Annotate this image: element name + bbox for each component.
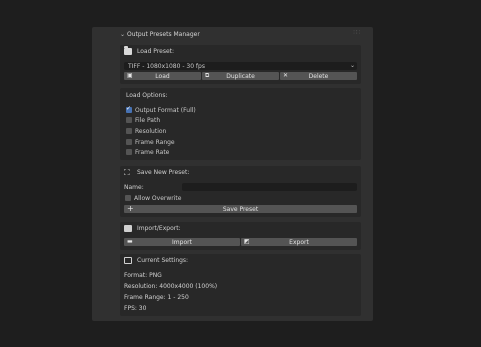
duplicate-button[interactable]: ⧉ Duplicate <box>202 72 279 80</box>
checkbox-icon[interactable] <box>126 149 132 155</box>
import-export-label: Import/Export: <box>137 225 181 232</box>
save-preset-label: Save New Preset: <box>137 169 190 176</box>
checkbox-icon[interactable] <box>126 117 132 123</box>
preset-actions: ▣ Load ⧉ Duplicate ✕ Delete <box>124 72 357 80</box>
option-label: Output Format (Full) <box>135 106 196 114</box>
checkbox-icon[interactable] <box>126 128 132 134</box>
checkbox-icon[interactable] <box>125 195 131 201</box>
checkbox-checked-icon[interactable] <box>126 105 132 113</box>
panel-title: Output Presets Manager <box>127 30 200 38</box>
delete-button-label: Delete <box>308 72 329 80</box>
option-label: File Path <box>135 116 161 124</box>
import-export-actions: ▬ Import ◩ Export <box>124 238 357 246</box>
option-frame-range[interactable]: Frame Range <box>126 138 175 146</box>
export-button-label: Export <box>289 238 309 246</box>
save-icon: ▣ <box>127 72 133 79</box>
load-button-label: Load <box>155 72 170 80</box>
export-button[interactable]: ◩ Export <box>241 238 357 246</box>
option-file-path[interactable]: File Path <box>126 116 160 124</box>
current-settings-heading: Current Settings: <box>124 257 188 264</box>
allow-overwrite-option[interactable]: Allow Overwrite <box>125 194 181 202</box>
preset-dropdown[interactable]: TIFF - 1080x1080 - 30 fps ⌄ <box>124 62 357 70</box>
import-export-box: Import/Export: ▬ Import ◩ Export <box>120 222 361 250</box>
plus-icon: + <box>127 204 134 213</box>
save-preset-heading: ⛶ Save New Preset: <box>124 168 190 177</box>
option-output-format[interactable]: Output Format (Full) <box>126 105 196 114</box>
current-settings-box: Current Settings: Format: PNG Resolution… <box>120 254 361 316</box>
save-preset-button[interactable]: + Save Preset <box>124 205 357 213</box>
import-button[interactable]: ▬ Import <box>124 238 240 246</box>
chevron-down-icon: ⌄ <box>349 62 355 69</box>
current-frame-range: Frame Range: 1 - 250 <box>124 294 189 301</box>
checkbox-icon[interactable] <box>126 139 132 145</box>
export-icon: ◩ <box>244 238 250 245</box>
load-button[interactable]: ▣ Load <box>124 72 201 80</box>
load-preset-box: Load Preset: TIFF - 1080x1080 - 30 fps ⌄… <box>120 45 361 84</box>
allow-overwrite-label: Allow Overwrite <box>134 194 182 202</box>
name-label: Name: <box>124 184 144 191</box>
current-resolution: Resolution: 4000x4000 (100%) <box>124 283 218 290</box>
load-options-box: Load Options: Output Format (Full) File … <box>120 88 361 160</box>
option-resolution[interactable]: Resolution <box>126 127 166 135</box>
import-export-heading: Import/Export: <box>124 225 181 232</box>
load-preset-label: Load Preset: <box>137 48 175 55</box>
duplicate-icon: ⧉ <box>205 72 210 79</box>
current-fps: FPS: 30 <box>124 305 147 312</box>
current-settings-label: Current Settings: <box>137 257 189 264</box>
option-label: Frame Rate <box>135 148 170 156</box>
option-label: Resolution <box>135 127 167 135</box>
folder-icon <box>124 46 132 55</box>
import-button-label: Import <box>172 238 192 246</box>
duplicate-button-label: Duplicate <box>226 72 255 80</box>
folder-icon: ▬ <box>127 238 133 245</box>
option-frame-rate[interactable]: Frame Rate <box>126 148 169 156</box>
panel-header[interactable]: ⌄ Output Presets Manager ∷∷ <box>92 27 373 41</box>
package-icon <box>124 225 132 232</box>
preset-name-input[interactable] <box>182 183 357 191</box>
chevron-down-icon[interactable]: ⌄ <box>120 31 127 38</box>
new-preset-icon: ⛶ <box>124 168 130 177</box>
current-format: Format: PNG <box>124 272 162 279</box>
drag-handle-icon[interactable]: ∷∷ <box>353 29 360 36</box>
settings-icon <box>124 257 132 264</box>
preset-dropdown-value: TIFF - 1080x1080 - 30 fps <box>128 62 205 70</box>
load-options-heading: Load Options: <box>126 92 168 99</box>
delete-button[interactable]: ✕ Delete <box>280 72 357 80</box>
load-preset-heading: Load Preset: <box>124 46 175 55</box>
save-preset-box: ⛶ Save New Preset: Name: Allow Overwrite… <box>120 166 361 217</box>
option-label: Frame Range <box>135 138 175 146</box>
save-preset-button-label: Save Preset <box>222 205 259 213</box>
close-icon: ✕ <box>283 72 289 79</box>
